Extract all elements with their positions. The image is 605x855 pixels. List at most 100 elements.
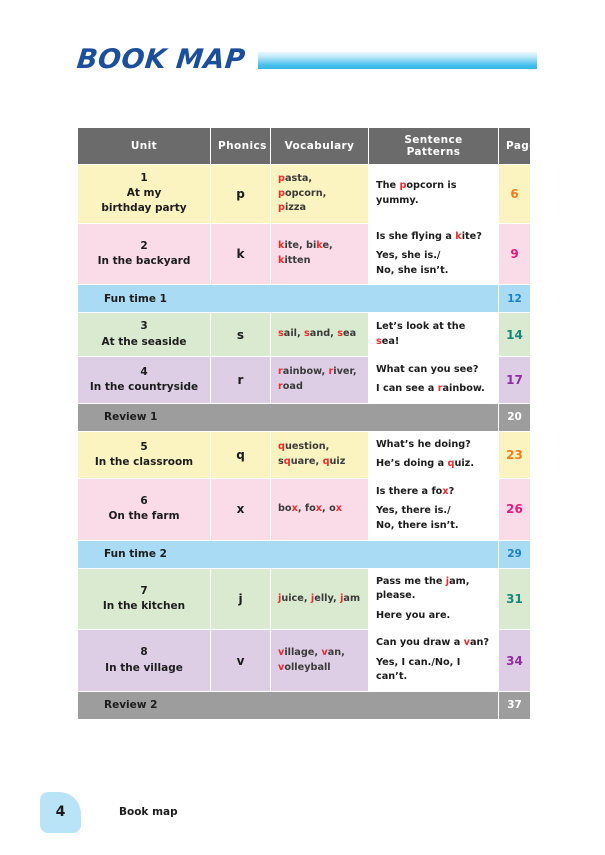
unit-title-line2: birthday party: [101, 202, 187, 215]
sentence-line: He’s doing a quiz.: [376, 458, 475, 470]
unit-cell: 8 In the village: [77, 629, 211, 692]
unit-title: In the backyard: [97, 254, 191, 267]
book-map-table: Unit Phonics Vocabulary Sentence Pattern…: [77, 127, 536, 720]
page-number-cell: 34: [498, 629, 531, 692]
vocabulary-cell: kite, bike, kitten: [270, 222, 369, 286]
phonics-cell: x: [210, 477, 271, 541]
table-row: 7 In the kitchen j juice, jelly, jam Pass me…: [77, 567, 531, 631]
phonics-cell: p: [210, 164, 271, 224]
unit-number: 3: [140, 320, 148, 333]
table-row: 1 At my birthday party p pasta, popcorn, pizza…: [77, 164, 531, 224]
sentence-line: Can you draw a van?: [376, 637, 490, 649]
unit-cell: 5 In the classroom: [77, 430, 211, 479]
phonics-cell: j: [210, 567, 271, 631]
footer-label: Book map: [119, 806, 178, 818]
column-header-vocabulary: Vocabulary: [270, 127, 369, 165]
sentence-patterns-cell: Can you draw a van? Yes, I can./No, I can…: [368, 629, 499, 692]
table-row: Review 1 20: [77, 402, 531, 432]
page-number-cell: 9: [498, 222, 531, 286]
sentence-line: Pass me the jam,: [376, 575, 470, 587]
unit-cell: 4 In the countryside: [77, 355, 211, 404]
vocabulary-cell: pasta, popcorn, pizza: [270, 164, 369, 224]
page-header: BOOK MAP: [75, 42, 537, 76]
table-row: 6 On the farm x box, fox, ox Is there a fox?…: [77, 477, 531, 541]
vocabulary-cell: juice, jelly, jam: [270, 567, 369, 631]
unit-title: On the farm: [108, 510, 180, 523]
band-row-label: Fun time 2: [77, 539, 499, 569]
sentence-line: Yes, there is./: [376, 505, 451, 517]
vocabulary-line: pizza: [278, 202, 307, 214]
vocabulary-line: question,: [278, 441, 330, 453]
page-number-cell: 26: [498, 477, 531, 541]
sentence-patterns-cell: What’s he doing? He’s doing a quiz.: [368, 430, 499, 479]
column-header-sentence-patterns: Sentence Patterns: [368, 127, 499, 165]
unit-number: 7: [140, 584, 148, 597]
unit-title: At the seaside: [101, 335, 187, 348]
table-body: 1 At my birthday party p pasta, popcorn, pizza…: [77, 164, 531, 720]
band-row-label: Review 1: [77, 402, 499, 432]
phonics-cell: q: [210, 430, 271, 479]
sentence-patterns-cell: Pass me the jam, please. Here you are.: [368, 567, 499, 631]
sentence-line: No, she isn’t.: [376, 264, 449, 276]
page-number-cell: 6: [498, 164, 531, 224]
sentence-patterns-cell: Let’s look at the sea!: [368, 312, 499, 357]
band-row-label: Review 2: [77, 690, 499, 720]
vocabulary-cell: village, van, volleyball: [270, 629, 369, 692]
table-row: Review 2 37: [77, 690, 531, 720]
unit-number: 5: [140, 440, 148, 453]
book-map-page: BOOK MAP Unit Phonics Vocabulary Sentenc…: [0, 0, 605, 855]
table-row: Fun time 1 12: [77, 284, 531, 314]
unit-title: In the classroom: [94, 455, 194, 468]
column-header-page: Page: [498, 127, 536, 165]
vocabulary-line: box, fox, ox: [278, 502, 342, 514]
book-map-table-container: Unit Phonics Vocabulary Sentence Pattern…: [77, 127, 536, 720]
vocabulary-cell: box, fox, ox: [270, 477, 369, 541]
table-row: 4 In the countryside r rainbow, river, road W…: [77, 355, 531, 404]
page-number-cell: 31: [498, 567, 531, 631]
page-number-cell: 17: [498, 355, 531, 404]
vocabulary-line: pasta,: [278, 173, 313, 184]
sentence-patterns-cell: The popcorn is yummy.: [368, 164, 499, 224]
page-number-cell: 20: [498, 402, 531, 432]
vocabulary-line: village, van,: [278, 646, 345, 658]
sentence-line: Yes, she is./: [376, 250, 441, 262]
sentence-patterns-cell: What can you see? I can see a rainbow.: [368, 355, 499, 404]
unit-cell: 3 At the seaside: [77, 312, 211, 357]
sentence-line: Is there a fox?: [376, 485, 455, 497]
vocabulary-line: popcorn,: [278, 187, 327, 199]
vocabulary-cell: sail, sand, sea: [270, 312, 369, 357]
page-number-cell: 14: [498, 312, 531, 357]
phonics-cell: k: [210, 222, 271, 286]
sentence-line: yummy.: [376, 194, 419, 206]
title-accent-bar: [258, 51, 537, 69]
unit-cell: 7 In the kitchen: [77, 567, 211, 631]
unit-number: 1: [140, 172, 148, 184]
table-row: 8 In the village v village, van, volleyball C…: [77, 629, 531, 692]
vocabulary-line: juice, jelly, jam: [278, 592, 361, 604]
unit-title: At my: [126, 187, 162, 200]
sentence-line: Let’s look at the sea!: [376, 320, 466, 347]
page-title: BOOK MAP: [75, 43, 248, 75]
unit-cell: 6 On the farm: [77, 477, 211, 541]
table-row: 2 In the backyard k kite, bike, kitten Is she…: [77, 222, 531, 286]
sentence-patterns-cell: Is she flying a kite? Yes, she is./ No, sh…: [368, 222, 499, 286]
vocabulary-cell: rainbow, river, road: [270, 355, 369, 404]
unit-cell: 1 At my birthday party: [77, 164, 211, 224]
vocabulary-line: volleyball: [278, 661, 331, 673]
unit-number: 6: [140, 495, 148, 508]
sentence-line: What’s he doing?: [376, 438, 471, 450]
sentence-line: Yes, I can./No, I can’t.: [376, 656, 461, 683]
vocabulary-line: road: [278, 380, 303, 392]
table-header-row: Unit Phonics Vocabulary Sentence Pattern…: [77, 127, 536, 165]
sentence-patterns-cell: Is there a fox? Yes, there is./ No, there …: [368, 477, 499, 541]
sentence-line: please.: [376, 590, 416, 602]
unit-title: In the countryside: [89, 380, 199, 393]
unit-title: In the village: [105, 661, 183, 674]
phonics-cell: v: [210, 629, 271, 692]
vocabulary-line: kite, bike,: [278, 240, 333, 252]
phonics-cell: r: [210, 355, 271, 404]
vocabulary-line: square, quiz: [278, 455, 346, 467]
unit-title: In the kitchen: [102, 599, 186, 612]
footer-page-badge: 4: [40, 791, 81, 833]
table-header: Unit Phonics Vocabulary Sentence Pattern…: [77, 127, 536, 165]
